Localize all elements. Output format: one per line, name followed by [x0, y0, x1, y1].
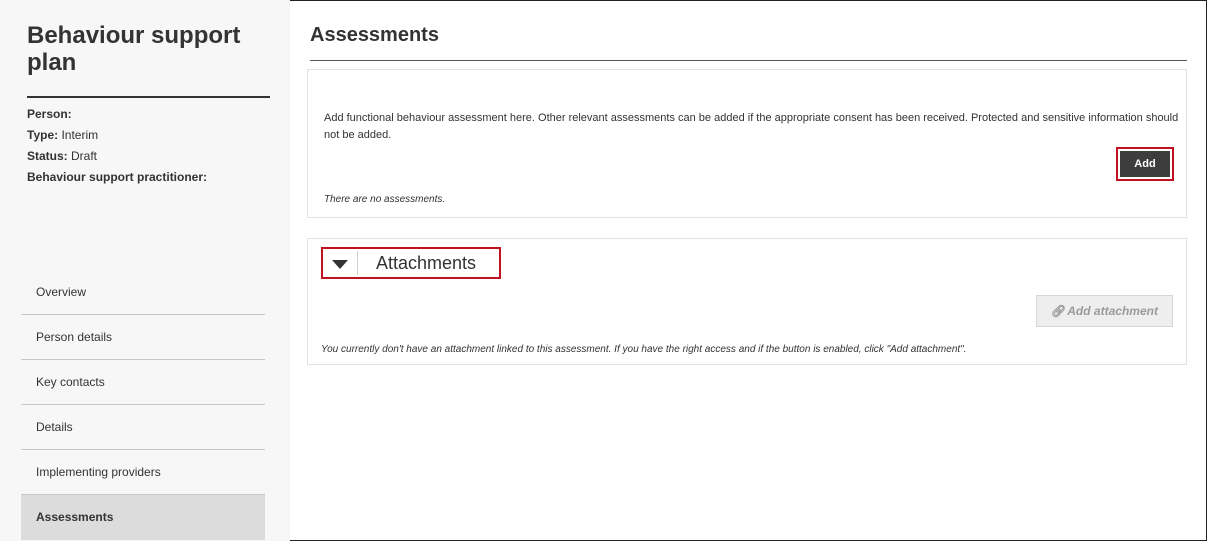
sidebar-item-details[interactable]: Details [21, 405, 265, 450]
plan-meta: Person: Type: Interim Status: Draft Beha… [27, 104, 267, 188]
sidebar-item-implementing-providers[interactable]: Implementing providers [21, 450, 265, 495]
paperclip-icon: 🔗︎ [1051, 304, 1067, 318]
sidebar-item-overview[interactable]: Overview [21, 270, 265, 315]
meta-practitioner: Behaviour support practitioner: [27, 167, 267, 188]
plan-title: Behaviour support plan [27, 22, 241, 76]
add-attachment-button[interactable]: 🔗︎Add attachment [1036, 295, 1173, 327]
add-attachment-label: Add attachment [1067, 304, 1158, 318]
page-title: Assessments [310, 24, 439, 46]
meta-status-value: Draft [67, 149, 98, 163]
meta-type-key: Type: [27, 128, 59, 142]
meta-status: Status: Draft [27, 146, 267, 167]
attachments-panel: Attachments 🔗︎Add attachment You current… [307, 238, 1187, 365]
attachments-note: You currently don't have an attachment l… [321, 344, 967, 355]
sidebar-item-key-contacts[interactable]: Key contacts [21, 360, 265, 405]
sidebar-nav: Overview Person details Key contacts Det… [21, 270, 265, 540]
meta-person: Person: [27, 104, 267, 125]
meta-status-key: Status: [27, 149, 68, 163]
meta-person-key: Person: [27, 107, 72, 121]
no-assessments-text: There are no assessments. [324, 194, 446, 205]
meta-type-value: Interim [58, 128, 99, 142]
add-button-highlight: Add [1116, 147, 1174, 181]
attachments-toggle[interactable]: Attachments [321, 247, 501, 279]
toggle-divider [357, 251, 358, 275]
caret-down-icon[interactable] [332, 260, 348, 269]
add-assessment-button[interactable]: Add [1120, 151, 1170, 177]
sidebar: Behaviour support plan Person: Type: Int… [0, 0, 290, 541]
meta-type: Type: Interim [27, 125, 267, 146]
attachments-heading: Attachments [376, 253, 477, 273]
sidebar-item-assessments[interactable]: Assessments [21, 495, 265, 540]
assessments-panel: Add functional behaviour assessment here… [307, 69, 1187, 218]
assessments-description: Add functional behaviour assessment here… [324, 112, 1179, 141]
meta-practitioner-key: Behaviour support practitioner: [27, 170, 208, 184]
title-divider [310, 60, 1187, 61]
sidebar-item-person-details[interactable]: Person details [21, 315, 265, 360]
sidebar-divider [27, 96, 270, 98]
